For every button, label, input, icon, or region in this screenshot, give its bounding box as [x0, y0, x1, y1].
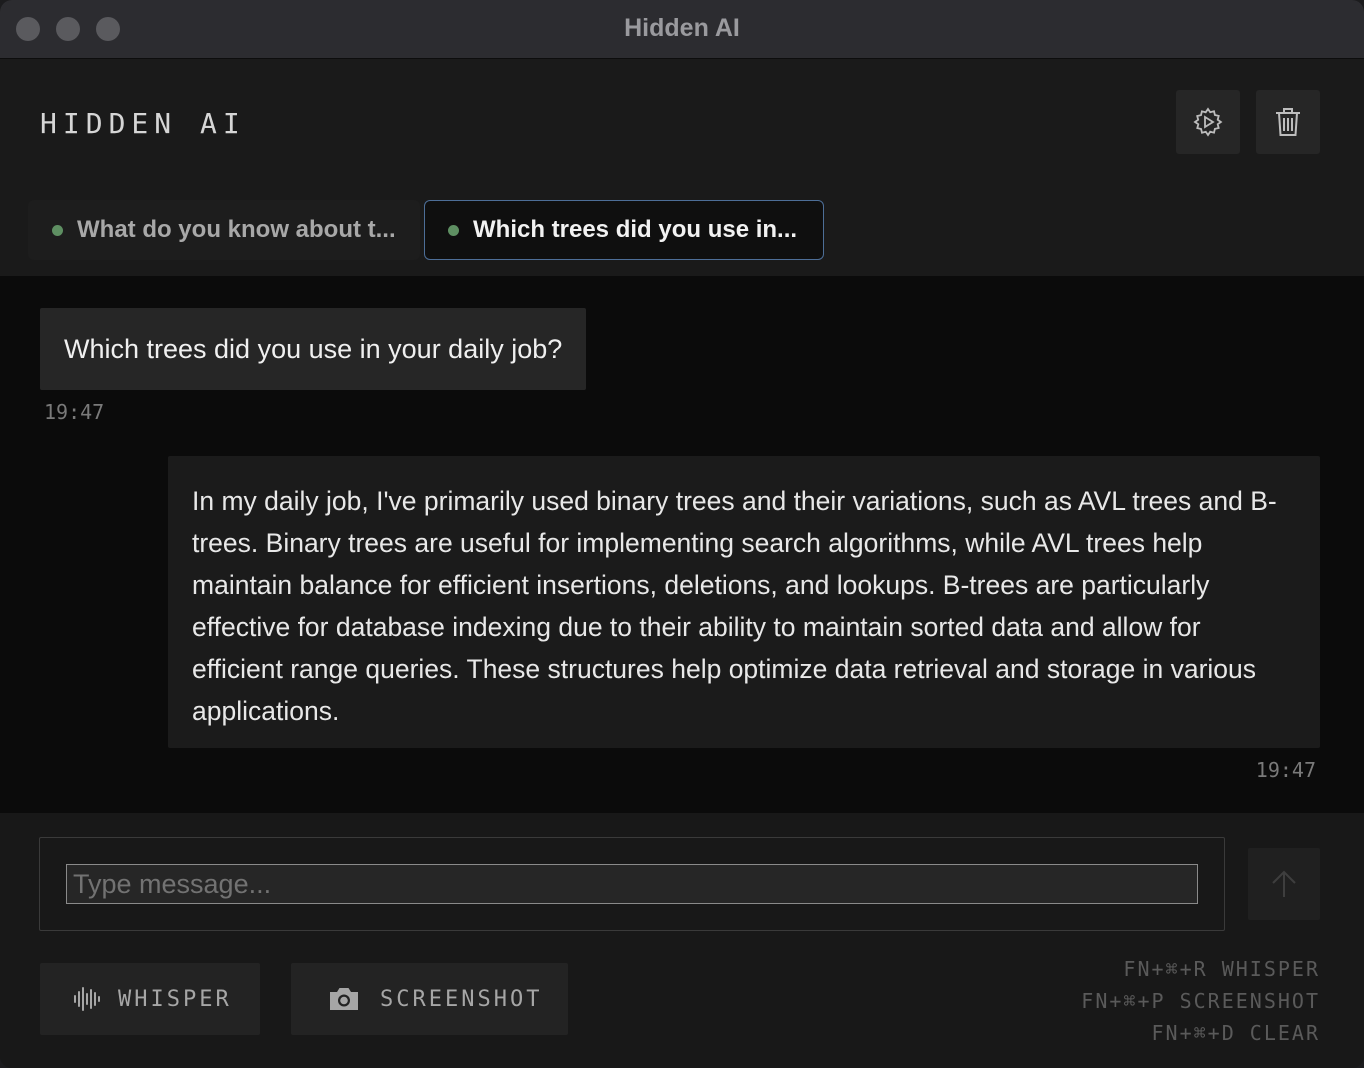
brand-title: HIDDEN AI: [40, 107, 246, 140]
send-button[interactable]: [1248, 848, 1320, 920]
trash-icon: [1276, 108, 1300, 136]
message-timestamp: 19:47: [44, 400, 105, 424]
screenshot-button[interactable]: SCREENSHOT: [291, 963, 568, 1035]
user-message: Which trees did you use in your daily jo…: [40, 308, 587, 390]
shortcut-screenshot: FN+⌘+P SCREENSHOT: [1081, 989, 1320, 1013]
message-input-container: [39, 837, 1225, 931]
shortcut-clear: FN+⌘+D CLEAR: [1151, 1021, 1320, 1045]
status-dot: [448, 224, 459, 236]
whisper-label: WHISPER: [118, 986, 232, 1012]
composer-area: WHISPER SCREENSHOT FN+⌘+R WHISPER FN+⌘+P…: [0, 813, 1364, 1068]
app-window: Hidden AI HIDDEN AI What do you know abo…: [0, 0, 1364, 1068]
message-timestamp: 19:47: [1255, 758, 1316, 782]
message-input[interactable]: [66, 864, 1198, 904]
settings-button[interactable]: [1176, 90, 1240, 154]
arrow-up-icon: [1272, 870, 1296, 897]
tab-label: Which trees did you use in...: [473, 216, 798, 243]
title-bar: Hidden AI: [0, 0, 1364, 59]
app-header: HIDDEN AI What do you know about t... Wh…: [0, 59, 1364, 276]
waveform-icon: [74, 987, 100, 1011]
screenshot-label: SCREENSHOT: [380, 986, 543, 1012]
camera-icon: [330, 988, 358, 1010]
whisper-button[interactable]: WHISPER: [40, 963, 260, 1035]
delete-button[interactable]: [1256, 90, 1320, 154]
tab-label: What do you know about t...: [77, 216, 396, 243]
assistant-message: In my daily job, I've primarily used bin…: [168, 456, 1320, 748]
tab-conversation-2[interactable]: Which trees did you use in...: [424, 200, 824, 260]
status-dot: [52, 224, 63, 236]
window-title: Hidden AI: [624, 14, 740, 42]
keyboard-shortcuts: FN+⌘+R WHISPER FN+⌘+P SCREENSHOT FN+⌘+D …: [1081, 953, 1320, 1049]
tab-conversation-1[interactable]: What do you know about t...: [28, 200, 420, 260]
shortcut-whisper: FN+⌘+R WHISPER: [1123, 957, 1320, 981]
gear-icon: [1193, 107, 1223, 137]
chat-area[interactable]: Which trees did you use in your daily jo…: [0, 276, 1364, 813]
